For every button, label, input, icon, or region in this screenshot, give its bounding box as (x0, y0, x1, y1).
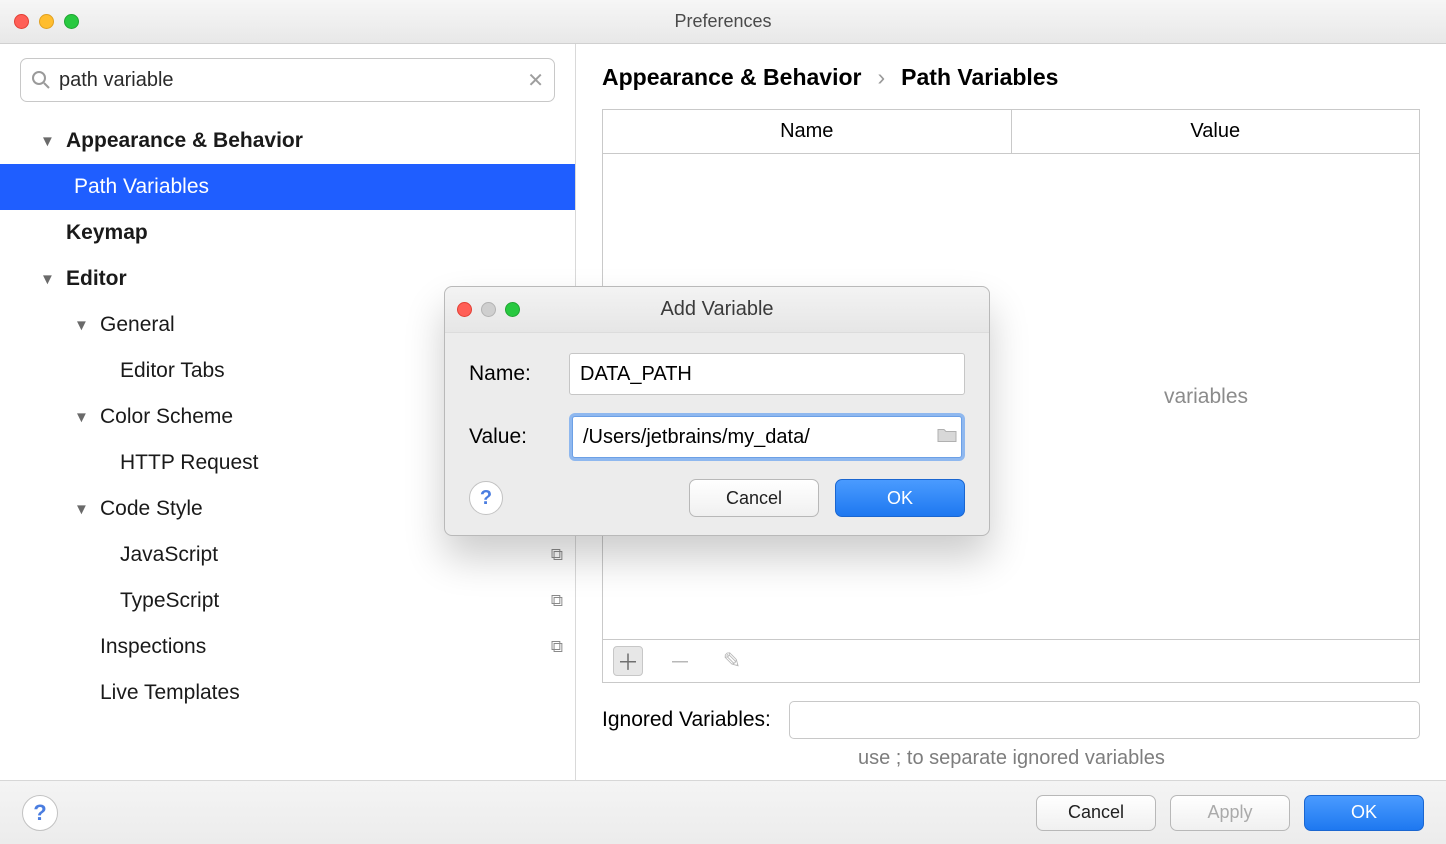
add-button[interactable]: ＋ (613, 646, 643, 676)
cancel-button[interactable]: Cancel (1036, 795, 1156, 831)
search-input[interactable] (51, 69, 527, 92)
ignored-label: Ignored Variables: (602, 708, 771, 732)
tree-path-variables[interactable]: Path Variables (0, 164, 575, 210)
tree-appearance-behavior[interactable]: ▼Appearance & Behavior (0, 118, 575, 164)
column-header-name[interactable]: Name (603, 110, 1012, 153)
modal-cancel-button[interactable]: Cancel (689, 479, 819, 517)
tree-javascript[interactable]: JavaScript⧉ (0, 532, 575, 578)
table-toolbar: ＋ － ✎ (602, 639, 1420, 683)
window-titlebar: Preferences (0, 0, 1446, 44)
breadcrumb-leaf: Path Variables (901, 64, 1058, 91)
modal-help-button[interactable]: ? (469, 481, 503, 515)
breadcrumb: Appearance & Behavior › Path Variables (602, 64, 1420, 91)
modal-name-input[interactable] (569, 353, 965, 395)
tree-inspections[interactable]: Inspections⧉ (0, 624, 575, 670)
override-icon: ⧉ (551, 637, 563, 657)
apply-button[interactable]: Apply (1170, 795, 1290, 831)
chevron-down-icon: ▼ (40, 271, 66, 288)
add-variable-dialog: Add Variable Name: Value: ? Cancel OK (444, 286, 990, 536)
column-header-value[interactable]: Value (1012, 110, 1420, 153)
edit-button[interactable]: ✎ (717, 646, 747, 676)
chevron-right-icon: › (877, 64, 885, 91)
override-icon: ⧉ (551, 591, 563, 611)
modal-title: Add Variable (445, 298, 989, 321)
search-icon (31, 70, 51, 90)
remove-button[interactable]: － (665, 646, 695, 676)
folder-browse-icon[interactable] (937, 427, 957, 448)
dialog-footer: ? Cancel Apply OK (0, 780, 1446, 844)
ignored-input[interactable] (789, 701, 1420, 739)
clear-search-icon[interactable]: ✕ (527, 68, 544, 93)
window-title: Preferences (0, 11, 1446, 32)
modal-value-input[interactable] (572, 416, 962, 458)
modal-value-label: Value: (469, 425, 569, 449)
chevron-down-icon: ▼ (74, 501, 100, 518)
chevron-down-icon: ▼ (74, 317, 100, 334)
modal-ok-button[interactable]: OK (835, 479, 965, 517)
ok-button[interactable]: OK (1304, 795, 1424, 831)
search-box[interactable]: ✕ (20, 58, 555, 102)
override-icon: ⧉ (551, 545, 563, 565)
chevron-down-icon: ▼ (74, 409, 100, 426)
chevron-down-icon: ▼ (40, 133, 66, 150)
ignored-hint: use ; to separate ignored variables (602, 747, 1420, 770)
breadcrumb-root[interactable]: Appearance & Behavior (602, 64, 861, 91)
tree-typescript[interactable]: TypeScript⧉ (0, 578, 575, 624)
tree-keymap[interactable]: Keymap (0, 210, 575, 256)
modal-name-label: Name: (469, 362, 569, 386)
help-button[interactable]: ? (22, 795, 58, 831)
tree-live-templates[interactable]: Live Templates (0, 670, 575, 716)
